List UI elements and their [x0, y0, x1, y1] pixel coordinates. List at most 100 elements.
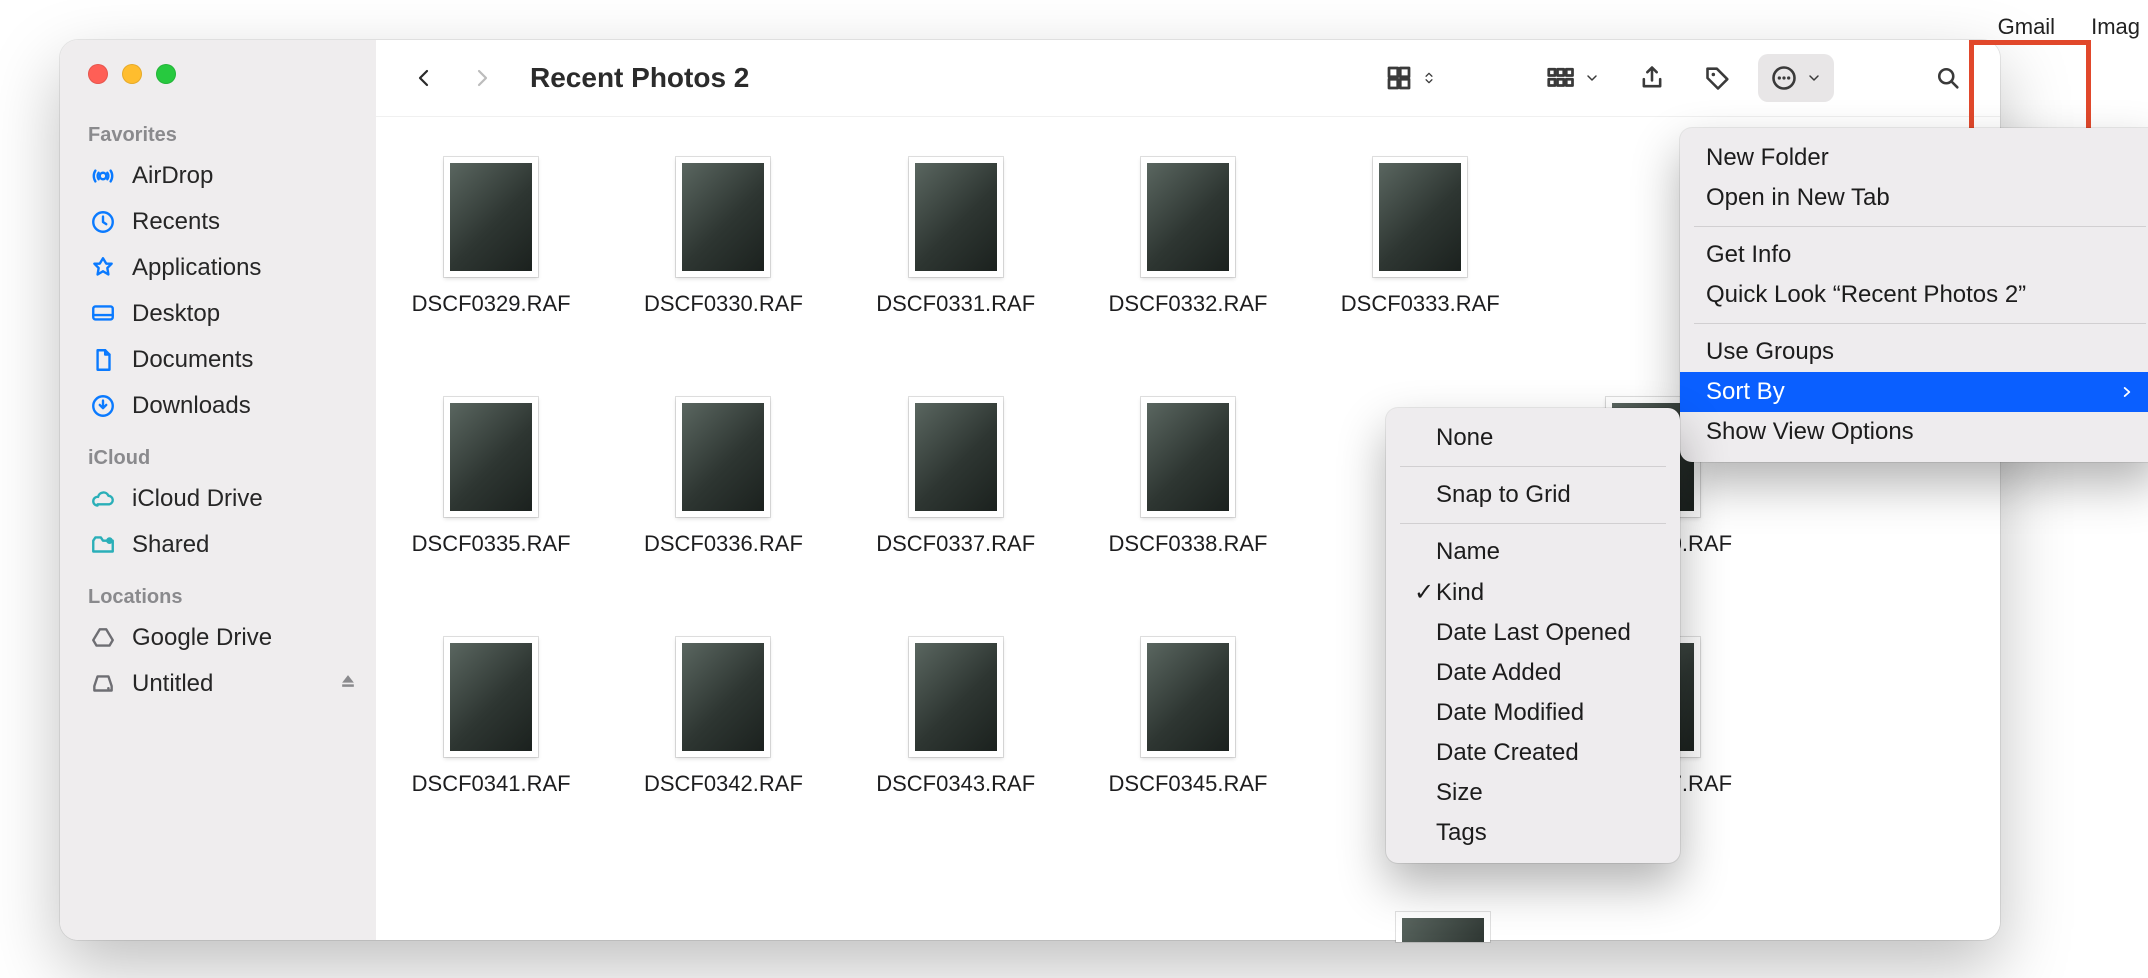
menu-item-label: Size	[1436, 779, 1483, 807]
chevron-updown-icon	[1422, 67, 1436, 89]
sidebar-item-google-drive[interactable]: Google Drive	[60, 615, 376, 661]
menu-item-label: Date Added	[1436, 659, 1561, 687]
shared-folder-icon	[88, 530, 118, 560]
airdrop-icon	[88, 161, 118, 191]
file-item[interactable]: DSCF0331.RAF	[849, 157, 1063, 387]
file-item[interactable]: DSCF0329.RAF	[384, 157, 598, 387]
group-by-button[interactable]	[1532, 54, 1612, 102]
chevron-right-icon	[2092, 378, 2134, 406]
file-label: DSCF0329.RAF	[412, 291, 571, 317]
menu-item-label: Date Created	[1436, 739, 1579, 767]
sidebar-item-label: Documents	[132, 346, 253, 374]
menu-item-sort-date-created[interactable]: Date Created	[1386, 733, 1680, 773]
file-item[interactable]: DSCF0345.RAF	[1081, 637, 1295, 867]
sidebar-item-downloads[interactable]: Downloads	[60, 383, 376, 429]
images-link[interactable]: Imag	[2091, 14, 2140, 40]
downloads-icon	[88, 391, 118, 421]
chevron-down-icon	[1584, 70, 1600, 86]
clock-icon	[88, 207, 118, 237]
file-label: DSCF0338.RAF	[1109, 531, 1268, 557]
file-item[interactable]: DSCF0342.RAF	[616, 637, 830, 867]
sidebar-section-icloud: iCloud	[60, 429, 376, 476]
file-thumbnail	[909, 397, 1003, 517]
sidebar-item-airdrop[interactable]: AirDrop	[60, 153, 376, 199]
menu-item-label: Sort By	[1706, 378, 1785, 406]
sidebar-item-icloud-drive[interactable]: iCloud Drive	[60, 476, 376, 522]
menu-item-open-new-tab[interactable]: Open in New Tab	[1680, 178, 2148, 218]
file-label: DSCF0345.RAF	[1109, 771, 1268, 797]
file-thumbnail	[444, 157, 538, 277]
file-item[interactable]: DSCF0341.RAF	[384, 637, 598, 867]
menu-item-use-groups[interactable]: Use Groups	[1680, 332, 2148, 372]
sidebar-item-desktop[interactable]: Desktop	[60, 291, 376, 337]
google-drive-icon	[88, 623, 118, 653]
menu-item-sort-by[interactable]: Sort By	[1680, 372, 2148, 412]
disk-icon	[88, 669, 118, 699]
back-button[interactable]	[402, 56, 446, 100]
file-item[interactable]: DSCF0330.RAF	[616, 157, 830, 387]
more-actions-button[interactable]	[1758, 54, 1834, 102]
fullscreen-window-button[interactable]	[156, 64, 176, 84]
menu-item-label: None	[1436, 424, 1493, 452]
sidebar-item-label: Desktop	[132, 300, 220, 328]
sidebar-item-label: Google Drive	[132, 624, 272, 652]
sidebar-item-recents[interactable]: Recents	[60, 199, 376, 245]
menu-item-label: Tags	[1436, 819, 1487, 847]
sidebar-section-favorites: Favorites	[60, 106, 376, 153]
menu-item-sort-kind[interactable]: ✓Kind	[1386, 572, 1680, 613]
menu-item-label: Name	[1436, 538, 1500, 566]
sidebar-item-label: Untitled	[132, 670, 213, 698]
minimize-window-button[interactable]	[122, 64, 142, 84]
menu-item-sort-date-last-opened[interactable]: Date Last Opened	[1386, 613, 1680, 653]
browser-top-links: Gmail Imag	[1998, 14, 2148, 40]
more-actions-menu: New Folder Open in New Tab Get Info Quic…	[1680, 128, 2148, 462]
file-item[interactable]: DSCF0337.RAF	[849, 397, 1063, 627]
window-title: Recent Photos 2	[530, 62, 749, 94]
file-thumbnail	[676, 157, 770, 277]
sidebar-item-label: Shared	[132, 531, 209, 559]
menu-item-sort-none[interactable]: None	[1386, 418, 1680, 458]
search-button[interactable]	[1922, 54, 1974, 102]
file-item[interactable]: DSCF0336.RAF	[616, 397, 830, 627]
menu-separator	[1694, 323, 2146, 324]
desktop-icon	[88, 299, 118, 329]
file-item[interactable]: DSCF0333.RAF	[1313, 157, 1527, 387]
file-thumbnail	[676, 397, 770, 517]
file-thumbnail	[909, 637, 1003, 757]
forward-button[interactable]	[460, 56, 504, 100]
tags-button[interactable]	[1692, 54, 1744, 102]
menu-item-sort-name[interactable]: Name	[1386, 532, 1680, 572]
cloud-icon	[88, 484, 118, 514]
menu-item-new-folder[interactable]: New Folder	[1680, 138, 2148, 178]
close-window-button[interactable]	[88, 64, 108, 84]
file-item[interactable]: DSCF0335.RAF	[384, 397, 598, 627]
menu-item-sort-date-added[interactable]: Date Added	[1386, 653, 1680, 693]
sidebar-item-documents[interactable]: Documents	[60, 337, 376, 383]
file-label: DSCF0332.RAF	[1109, 291, 1268, 317]
sidebar-item-untitled[interactable]: Untitled	[60, 661, 376, 707]
menu-item-quick-look[interactable]: Quick Look “Recent Photos 2”	[1680, 275, 2148, 315]
sidebar-item-applications[interactable]: Applications	[60, 245, 376, 291]
menu-item-sort-tags[interactable]: Tags	[1386, 813, 1680, 853]
gmail-link[interactable]: Gmail	[1998, 14, 2055, 40]
file-thumbnail	[444, 397, 538, 517]
view-icon-mode-button[interactable]	[1372, 54, 1448, 102]
menu-item-sort-size[interactable]: Size	[1386, 773, 1680, 813]
file-thumbnail	[444, 637, 538, 757]
menu-item-sort-date-modified[interactable]: Date Modified	[1386, 693, 1680, 733]
menu-separator	[1400, 523, 1666, 524]
applications-icon	[88, 253, 118, 283]
file-thumbnail	[1373, 157, 1467, 277]
file-item[interactable]: DSCF0338.RAF	[1081, 397, 1295, 627]
file-item[interactable]: DSCF0343.RAF	[849, 637, 1063, 867]
sidebar-item-shared[interactable]: Shared	[60, 522, 376, 568]
sidebar-item-label: AirDrop	[132, 162, 213, 190]
menu-item-sort-snap[interactable]: Snap to Grid	[1386, 475, 1680, 515]
eject-icon[interactable]	[338, 670, 358, 698]
file-item[interactable]: DSCF0332.RAF	[1081, 157, 1295, 387]
menu-item-show-view-options[interactable]: Show View Options	[1680, 412, 2148, 452]
menu-item-get-info[interactable]: Get Info	[1680, 235, 2148, 275]
share-button[interactable]	[1626, 54, 1678, 102]
file-label: DSCF0343.RAF	[876, 771, 1035, 797]
file-thumbnail	[1141, 397, 1235, 517]
